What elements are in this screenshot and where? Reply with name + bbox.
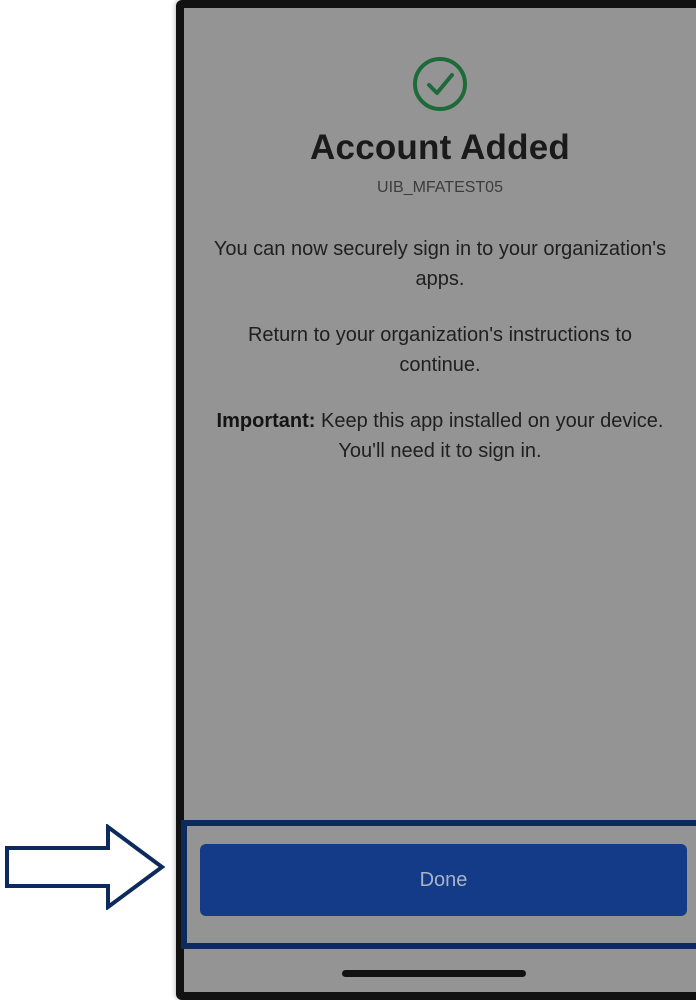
home-indicator xyxy=(342,970,526,977)
page-title: Account Added xyxy=(310,128,570,167)
check-circle-icon xyxy=(413,57,467,111)
important-text: Keep this app installed on your device. … xyxy=(315,410,664,462)
message-important: Important: Keep this app installed on yo… xyxy=(208,406,672,466)
message-signin: You can now securely sign in to your org… xyxy=(213,238,667,290)
annotation-arrow-icon xyxy=(5,824,166,910)
message-return: Return to your organization's instructio… xyxy=(247,324,632,376)
important-label: Important: xyxy=(216,410,316,432)
account-id: UIB_MFATEST05 xyxy=(377,179,503,196)
app-screen: Account Added UIB_MFATEST05 You can now … xyxy=(184,8,696,992)
phone-frame: Account Added UIB_MFATEST05 You can now … xyxy=(176,0,696,1000)
done-button[interactable]: Done xyxy=(200,844,687,916)
